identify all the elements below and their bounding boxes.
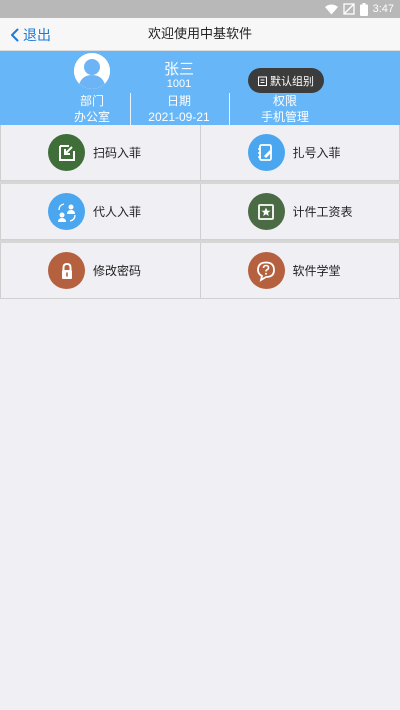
divider bbox=[229, 93, 230, 125]
user-avatar-icon bbox=[74, 53, 110, 89]
user-swap-icon bbox=[48, 193, 85, 230]
profile-panel: 张三 1001 部门 办公室 日期 2021-09-21 权限 手机管理 bbox=[0, 51, 400, 125]
lock-icon bbox=[48, 252, 85, 289]
menu-number-entry[interactable]: 扎号入菲 bbox=[200, 125, 400, 180]
perm-value: 手机管理 bbox=[260, 110, 309, 124]
menu-proxy-entry[interactable]: 代人入菲 bbox=[0, 184, 201, 239]
question-bubble-icon bbox=[247, 252, 285, 289]
menu-row: 修改密码 软件学堂 bbox=[0, 243, 400, 299]
star-square-icon bbox=[247, 193, 285, 230]
nav-bar: 退出 欢迎使用中基软件 bbox=[0, 18, 400, 51]
dept-column: 部门 办公室 bbox=[62, 93, 122, 125]
perm-label: 权限 bbox=[272, 94, 297, 108]
notebook-edit-icon bbox=[247, 134, 285, 171]
divider bbox=[130, 93, 131, 125]
date-value: 2021-09-21 bbox=[148, 110, 210, 124]
dept-value: 办公室 bbox=[73, 110, 110, 124]
battery-icon bbox=[359, 2, 368, 16]
menu-grid: 扫码入菲 扎号入菲 代人入菲 计件工资表 修改密码 软件学堂 bbox=[0, 125, 400, 299]
menu-label: 扎号入菲 bbox=[292, 146, 341, 160]
dept-label: 部门 bbox=[79, 94, 104, 108]
date-column: 日期 2021-09-21 bbox=[140, 93, 218, 125]
avatar bbox=[74, 53, 110, 89]
date-label: 日期 bbox=[166, 94, 191, 108]
clipboard-icon bbox=[258, 76, 267, 86]
user-name: 张三 bbox=[163, 60, 194, 78]
back-button[interactable]: 退出 bbox=[10, 18, 51, 51]
group-selector[interactable]: 默认组别 bbox=[248, 68, 324, 93]
menu-software-academy[interactable]: 软件学堂 bbox=[200, 243, 400, 298]
scan-entry-icon bbox=[48, 134, 85, 171]
menu-piecework-wages[interactable]: 计件工资表 bbox=[200, 184, 400, 239]
signal-off-icon bbox=[342, 3, 355, 15]
menu-row: 代人入菲 计件工资表 bbox=[0, 184, 400, 240]
status-time: 3:47 bbox=[372, 3, 394, 15]
menu-label: 修改密码 bbox=[93, 264, 142, 278]
back-label: 退出 bbox=[23, 27, 51, 44]
menu-label: 代人入菲 bbox=[93, 205, 142, 219]
user-id: 1001 bbox=[166, 78, 192, 90]
chevron-left-icon bbox=[11, 28, 19, 41]
menu-label: 扫码入菲 bbox=[93, 146, 142, 160]
status-bar: 3:47 bbox=[0, 0, 400, 18]
menu-label: 软件学堂 bbox=[292, 264, 341, 278]
menu-scan-entry[interactable]: 扫码入菲 bbox=[0, 125, 201, 180]
perm-column: 权限 手机管理 bbox=[240, 93, 330, 125]
menu-label: 计件工资表 bbox=[292, 205, 353, 219]
page-title: 欢迎使用中基软件 bbox=[147, 27, 252, 42]
group-selector-label: 默认组别 bbox=[270, 74, 314, 88]
menu-change-password[interactable]: 修改密码 bbox=[0, 243, 201, 298]
menu-row: 扫码入菲 扎号入菲 bbox=[0, 125, 400, 181]
wifi-icon bbox=[324, 4, 338, 14]
